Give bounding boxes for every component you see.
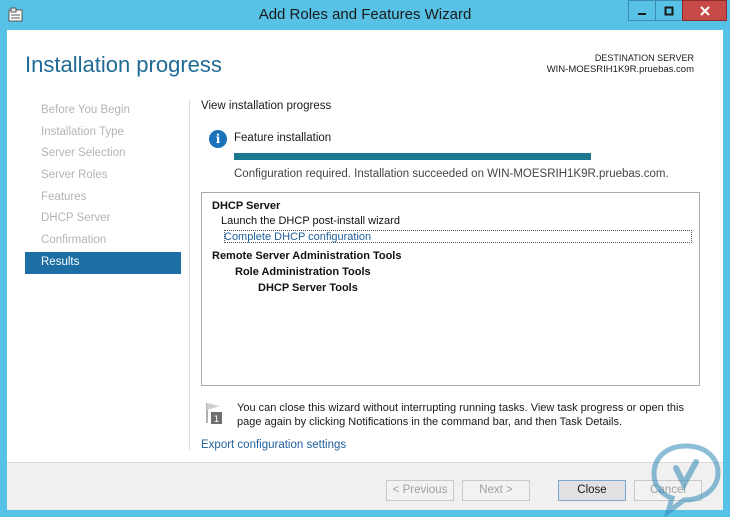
wizard-window: Add Roles and Features Wizard Installati…: [0, 0, 730, 517]
nav-item-server-roles[interactable]: Server Roles: [25, 165, 181, 187]
result-dhcp-server: DHCP Server: [212, 200, 281, 212]
maximize-icon: [664, 6, 674, 15]
close-icon: [699, 5, 710, 16]
feature-installation-label: Feature installation: [234, 132, 332, 144]
notification-flag-icon: 1: [206, 403, 222, 425]
result-rsat: Remote Server Administration Tools: [212, 250, 402, 262]
installation-progress-bar: [234, 153, 591, 160]
result-launch-wizard: Launch the DHCP post-install wizard: [221, 215, 400, 227]
nav-item-features[interactable]: Features: [25, 187, 181, 209]
page-title: Installation progress: [25, 52, 222, 77]
previous-button[interactable]: < Previous: [386, 480, 454, 501]
destination-label: DESTINATION SERVER: [594, 53, 694, 63]
watermark-logo-icon: [651, 443, 721, 516]
maximize-button[interactable]: [655, 0, 682, 21]
wizard-nav: Before You Begin Installation Type Serve…: [25, 100, 181, 274]
export-configuration-link[interactable]: Export configuration settings: [201, 439, 346, 451]
nav-item-installation-type[interactable]: Installation Type: [25, 122, 181, 144]
main-heading: View installation progress: [201, 100, 332, 112]
nav-item-server-selection[interactable]: Server Selection: [25, 143, 181, 165]
destination-server-name: WIN-MOESRIH1K9R.pruebas.com: [546, 64, 694, 75]
nav-divider: [189, 100, 190, 450]
nav-item-results[interactable]: Results: [25, 251, 181, 274]
complete-dhcp-configuration-link[interactable]: Complete DHCP configuration: [224, 231, 371, 243]
close-window-button[interactable]: [682, 0, 727, 21]
nav-item-dhcp-server[interactable]: DHCP Server: [25, 208, 181, 230]
destination-server-block: DESTINATION SERVER WIN-MOESRIH1K9R.prueb…: [547, 52, 694, 76]
minimize-button[interactable]: [628, 0, 655, 21]
status-message: Configuration required. Installation suc…: [234, 168, 669, 180]
results-list: DHCP Server Launch the DHCP post-install…: [201, 192, 700, 386]
result-dhcp-server-tools: DHCP Server Tools: [258, 282, 358, 294]
title-bar[interactable]: Add Roles and Features Wizard: [0, 0, 730, 30]
next-button[interactable]: Next >: [462, 480, 530, 501]
nav-item-confirmation[interactable]: Confirmation: [25, 230, 181, 252]
progress-fill: [234, 153, 591, 160]
info-icon: i: [209, 130, 227, 148]
nav-item-before-you-begin[interactable]: Before You Begin: [25, 100, 181, 122]
result-role-admin-tools: Role Administration Tools: [235, 266, 371, 278]
wizard-client-area: Installation progress DESTINATION SERVER…: [7, 30, 723, 510]
close-button[interactable]: Close: [558, 480, 626, 501]
svg-text:1: 1: [214, 415, 220, 425]
close-wizard-note: You can close this wizard without interr…: [237, 402, 684, 428]
minimize-icon: [638, 12, 646, 15]
window-title: Add Roles and Features Wizard: [258, 6, 472, 23]
